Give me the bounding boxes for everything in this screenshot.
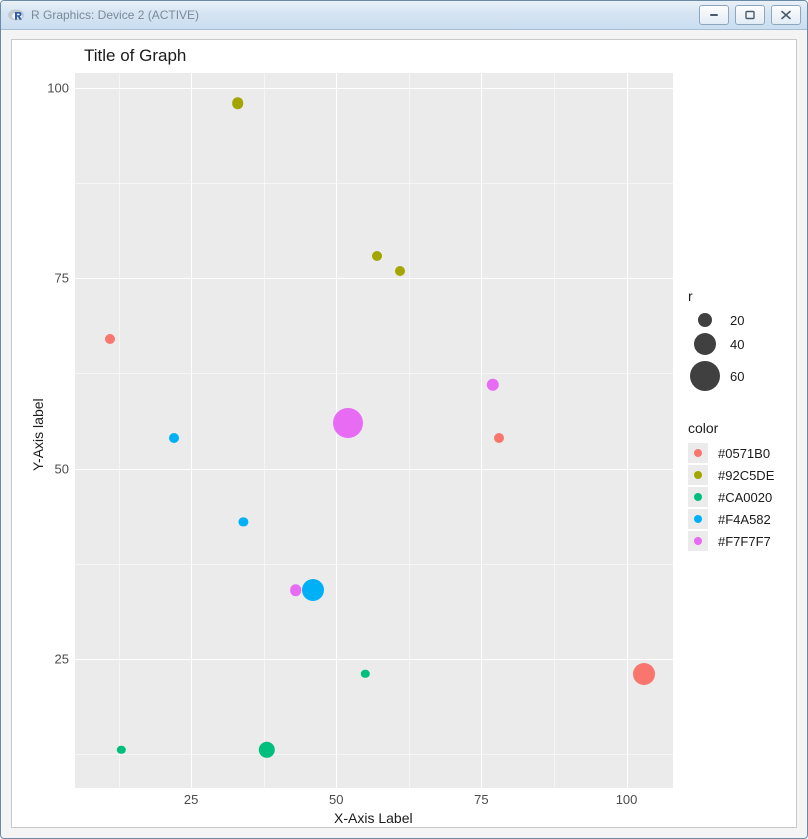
- legend-color-dot-icon: [694, 537, 702, 545]
- legend-color-row: #92C5DE: [688, 464, 774, 486]
- legend-color-dot-icon: [694, 493, 702, 501]
- y-tick-label: 25: [43, 651, 69, 666]
- y-tick-label: 100: [43, 81, 69, 96]
- data-point: [169, 433, 179, 443]
- window-title: R Graphics: Device 2 (ACTIVE): [31, 1, 199, 29]
- data-point: [105, 334, 115, 344]
- data-point: [258, 742, 274, 758]
- minimize-icon: [707, 10, 721, 20]
- legend-color-key: [688, 487, 708, 507]
- legend-color-row: #F4A582: [688, 508, 774, 530]
- x-tick-label: 75: [474, 792, 488, 807]
- legend-color-row: #0571B0: [688, 442, 774, 464]
- x-tick-label: 100: [616, 792, 638, 807]
- titlebar: R Graphics: Device 2 (ACTIVE): [1, 1, 807, 30]
- plot-title: Title of Graph: [84, 46, 186, 66]
- legend-color-dot-icon: [694, 449, 702, 457]
- y-tick-label: 50: [43, 461, 69, 476]
- maximize-icon: [743, 10, 757, 20]
- legend-size-row: 40: [688, 330, 744, 358]
- data-point: [494, 433, 504, 443]
- legend-color-dot-icon: [694, 471, 702, 479]
- grid-line-horizontal: [75, 469, 673, 470]
- app-window: R Graphics: Device 2 (ACTIVE) Title of G…: [0, 0, 808, 839]
- x-axis-label: X-Axis Label: [334, 810, 413, 826]
- legend-color-label: #F4A582: [718, 512, 771, 527]
- legend-size-key-icon: [694, 333, 716, 355]
- data-point: [633, 663, 655, 685]
- legend-color-label: #F7F7F7: [718, 534, 771, 549]
- grid-line-horizontal: [75, 373, 673, 374]
- legend-color-key: [688, 509, 708, 529]
- y-tick-label: 75: [43, 271, 69, 286]
- legend-color-label: #CA0020: [718, 490, 772, 505]
- legend-size: r 20 40 60: [688, 288, 744, 394]
- data-point: [302, 579, 324, 601]
- grid-line-horizontal: [75, 183, 673, 184]
- data-point: [232, 98, 244, 110]
- grid-line-horizontal: [75, 754, 673, 755]
- grid-line-horizontal: [75, 564, 673, 565]
- plot-panel: [75, 73, 673, 788]
- minimize-button[interactable]: [699, 5, 729, 25]
- legend-color-label: #0571B0: [718, 446, 770, 461]
- grid-line-vertical: [481, 73, 482, 788]
- plot-client-area: Title of Graph 25 50 75 100 25 50 75 100 X-Axi…: [11, 39, 797, 828]
- legend-size-key-icon: [690, 361, 720, 391]
- grid-line-horizontal: [75, 659, 673, 660]
- legend-color-key: [688, 443, 708, 463]
- data-point: [239, 517, 248, 526]
- legend-color-label: #92C5DE: [718, 468, 774, 483]
- legend-color-key: [688, 465, 708, 485]
- data-point: [372, 251, 382, 261]
- grid-line-vertical: [627, 73, 628, 788]
- legend-color-title: color: [688, 420, 774, 436]
- y-axis-label: Y-Axis label: [30, 398, 46, 471]
- x-tick-label: 25: [184, 792, 198, 807]
- legend-color-dot-icon: [694, 515, 702, 523]
- r-logo-icon: [7, 8, 25, 22]
- legend-size-label: 60: [730, 369, 744, 384]
- grid-line-horizontal: [75, 88, 673, 89]
- grid-line-horizontal: [75, 278, 673, 279]
- data-point: [361, 670, 369, 678]
- close-button[interactable]: [771, 5, 801, 25]
- legend-size-title: r: [688, 288, 744, 304]
- grid-line-vertical: [554, 73, 555, 788]
- maximize-button[interactable]: [735, 5, 765, 25]
- data-point: [290, 584, 302, 596]
- data-point: [395, 266, 405, 276]
- legend-color-row: #F7F7F7: [688, 530, 774, 552]
- legend-color: color #0571B0 #92C5DE #CA0020 #F4A582 #F7F7F…: [688, 420, 774, 552]
- close-icon: [779, 10, 793, 20]
- legend-size-key-icon: [698, 313, 712, 327]
- data-point: [333, 408, 363, 438]
- grid-line-vertical: [409, 73, 410, 788]
- grid-line-vertical: [119, 73, 120, 788]
- legend-size-row: 60: [688, 358, 744, 394]
- legend-size-label: 40: [730, 337, 744, 352]
- grid-line-vertical: [264, 73, 265, 788]
- legend-size-row: 20: [688, 310, 744, 330]
- window-controls: [699, 5, 801, 25]
- ggplot-figure: Title of Graph 25 50 75 100 25 50 75 100 X-Axi…: [12, 40, 796, 827]
- legend-color-row: #CA0020: [688, 486, 774, 508]
- legend-color-key: [688, 531, 708, 551]
- x-tick-label: 50: [329, 792, 343, 807]
- grid-line-vertical: [191, 73, 192, 788]
- data-point: [487, 379, 499, 391]
- legend-size-label: 20: [730, 313, 744, 328]
